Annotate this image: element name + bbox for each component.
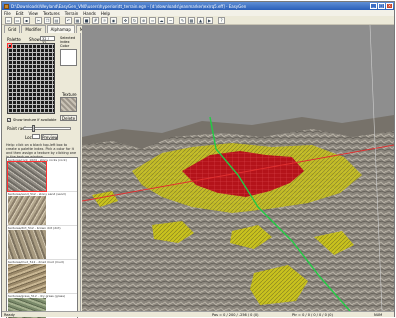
texture-thumbnail[interactable] (7, 161, 47, 192)
brush-icon[interactable]: ✎ (179, 16, 186, 24)
status-mode: NUM (374, 313, 383, 317)
toolbar: ▫ ▭ ▪ ✂ ❐ ▤ ↶ ▦ ■ # ☼ ◉ ✥ ↻ ⊕ ≈ ☁ ~ ✎ ▩ … (2, 16, 394, 25)
selected-index-label: Selected index Color (60, 36, 76, 48)
copy-icon[interactable]: ❐ (44, 16, 51, 24)
left-panel: Grid Modifier Alphamap Models Palette Sh… (3, 25, 98, 318)
menu-edit[interactable]: Edit (16, 11, 24, 16)
texture-item[interactable]: textures/sand_512 - stony sand (sand) (7, 192, 77, 226)
palette-selected-cell[interactable] (7, 43, 12, 48)
paste-icon[interactable]: ▤ (53, 16, 60, 24)
texture-thumbnail[interactable] (8, 264, 46, 293)
status-pointer: Ptr = 0 / 0 / 0 / 0 / 0 (0) (292, 313, 333, 317)
tab-strip: Grid Modifier Alphamap Models (3, 25, 98, 33)
show-texture-label: Show texture if available (13, 118, 57, 122)
tab-alphamap[interactable]: Alphamap (46, 25, 75, 33)
show-texture-checkbox[interactable]: ✓ (7, 118, 11, 122)
paint-radius-thumb[interactable] (32, 125, 35, 132)
texture-item[interactable]: textures/mud_512 - dried mud (mud) (7, 260, 77, 294)
window-title: D:\Downloads\Weyland\EasyGen_VN0\users\h… (11, 3, 247, 9)
zoom-icon[interactable]: ⊕ (140, 16, 147, 24)
save-icon[interactable]: ▪ (23, 16, 30, 24)
help-icon[interactable]: ? (218, 16, 225, 24)
texture-item[interactable]: textures/dirt_512 - brown dirt (dirt) (7, 226, 77, 260)
solid-icon[interactable]: ■ (83, 16, 90, 24)
menu-view[interactable]: View (28, 11, 38, 16)
light-icon[interactable]: ☼ (101, 16, 108, 24)
maximize-button[interactable]: □ (378, 3, 385, 9)
render-icon[interactable]: ▶ (206, 16, 213, 24)
menu-terrain[interactable]: Terrain (65, 11, 79, 16)
open-icon[interactable]: ▭ (14, 16, 21, 24)
cut-icon[interactable]: ✂ (35, 16, 42, 24)
menu-file[interactable]: File (4, 11, 11, 16)
tex-icon[interactable]: ▩ (188, 16, 195, 24)
paint-radius-slider[interactable] (23, 127, 71, 130)
terrain-viewport[interactable] (82, 25, 394, 311)
app-icon (4, 3, 9, 9)
texture-swatch (60, 97, 77, 112)
sky-icon[interactable]: ☁ (158, 16, 165, 24)
move-icon[interactable]: ✥ (122, 16, 129, 24)
texture-thumbnail[interactable] (8, 230, 46, 259)
texture-thumbnail[interactable] (8, 196, 46, 225)
texture-item[interactable]: textures/rock_1024 - stony rocks (rock) (7, 158, 77, 192)
rotate-icon[interactable]: ↻ (131, 16, 138, 24)
grid-icon[interactable]: # (92, 16, 99, 24)
show-texture-option[interactable]: ✓ Show texture if available (7, 118, 56, 122)
menu-textures[interactable]: Textures (43, 11, 60, 16)
menu-hands[interactable]: Hands (83, 11, 96, 16)
selected-color-swatch[interactable] (60, 49, 77, 66)
new-icon[interactable]: ▫ (5, 16, 12, 24)
water-icon[interactable]: ~ (167, 16, 174, 24)
fog-icon[interactable]: ≈ (149, 16, 156, 24)
tab-modifier[interactable]: Modifier (21, 25, 46, 33)
height-icon[interactable]: ▲ (197, 16, 204, 24)
status-position: Pos = 0 / 200 / -256 / 0 (0) (212, 313, 259, 317)
wire-icon[interactable]: ▦ (74, 16, 81, 24)
preview-button[interactable]: Preview (41, 134, 58, 140)
minimize-button[interactable]: _ (370, 3, 377, 9)
app-window: D:\Downloads\Weyland\EasyGen_VN0\users\h… (1, 1, 395, 318)
lock-select[interactable] (32, 134, 40, 139)
undo-icon[interactable]: ↶ (65, 16, 72, 24)
show-select[interactable]: 32 / 32 (40, 36, 55, 45)
tab-grid[interactable]: Grid (4, 25, 21, 33)
close-button[interactable]: × (386, 3, 393, 9)
palette-label: Palette (7, 37, 21, 42)
delete-button[interactable]: Delete (60, 115, 77, 121)
menu-help[interactable]: Help (101, 11, 110, 16)
status-bar: Ready Pos = 0 / 200 / -256 / 0 (0) Ptr =… (2, 311, 394, 317)
title-bar: D:\Downloads\Weyland\EasyGen_VN0\users\h… (2, 2, 394, 10)
camera-icon[interactable]: ◉ (110, 16, 117, 24)
palette-grid[interactable] (7, 43, 55, 114)
status-text: Ready (4, 313, 15, 317)
texture-list[interactable]: textures/rock_1024 - stony rocks (rock) … (6, 157, 78, 318)
